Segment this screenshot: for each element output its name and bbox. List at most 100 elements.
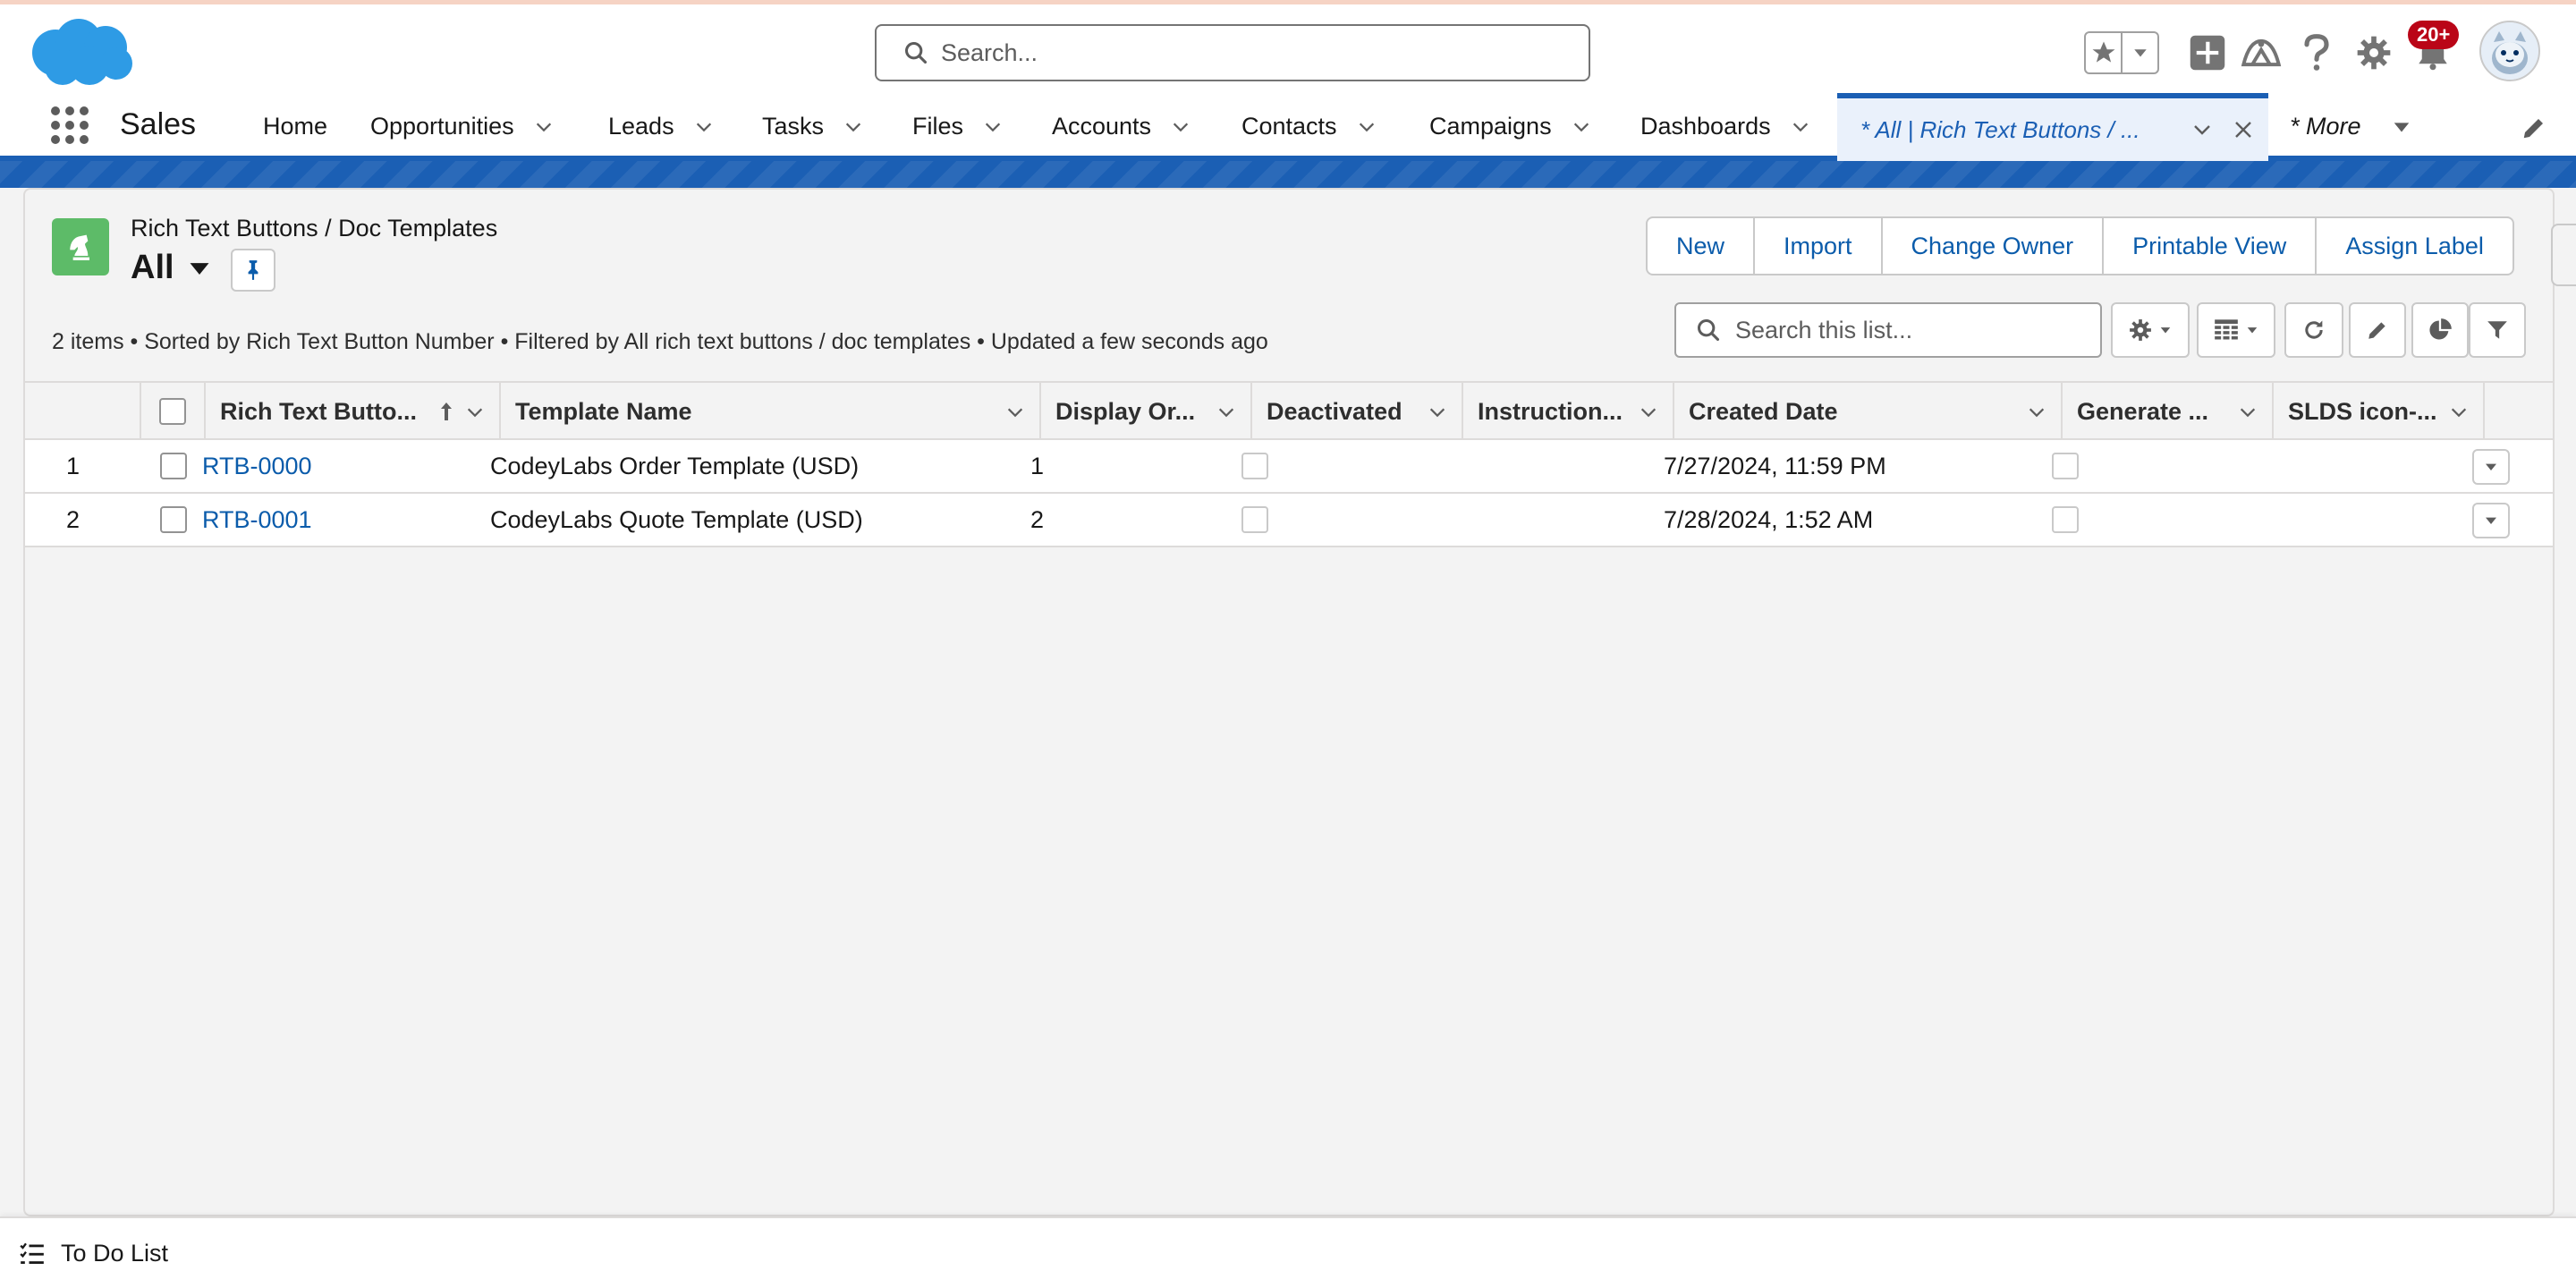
generate-checkbox <box>2052 453 2079 479</box>
nav-item-leads[interactable]: Leads <box>608 113 714 140</box>
task-list-icon <box>20 1242 44 1264</box>
column-header-instructions[interactable]: Instruction... <box>1463 383 1674 440</box>
chevron-down-icon[interactable] <box>983 117 1003 137</box>
inline-edit-button[interactable] <box>2349 302 2406 358</box>
column-header-label: Created Date <box>1689 397 1838 425</box>
setup-button[interactable] <box>2349 28 2399 78</box>
assign-label-button[interactable]: Assign Label <box>2315 218 2512 274</box>
new-button[interactable]: New <box>1648 218 1753 274</box>
display-as-button[interactable] <box>2197 302 2275 358</box>
chevron-down-icon[interactable] <box>1639 402 1658 422</box>
chevron-down-icon[interactable] <box>2191 119 2213 140</box>
deactivated-checkbox <box>1241 453 1268 479</box>
chevron-down-icon[interactable] <box>1216 402 1236 422</box>
column-header-label: Rich Text Butto... <box>220 397 417 425</box>
object-title: Rich Text Buttons / Doc Templates <box>131 215 498 242</box>
records-table: Rich Text Butto... Template Name Display… <box>25 381 2553 547</box>
favorites-dropdown-button[interactable] <box>2123 33 2157 72</box>
sort-arrow-up-icon <box>441 402 452 420</box>
chevron-down-icon[interactable] <box>465 402 485 422</box>
chevron-down-icon[interactable] <box>2027 402 2046 422</box>
list-actions-group: New Import Change Owner Printable View A… <box>1646 216 2514 275</box>
search-placeholder: Search... <box>941 38 1038 66</box>
template-name-cell: CodeyLabs Order Template (USD) <box>490 452 860 479</box>
charts-button[interactable] <box>2411 302 2469 358</box>
change-owner-button[interactable]: Change Owner <box>1880 218 2103 274</box>
chevron-down-icon[interactable] <box>1005 402 1025 422</box>
chevron-down-icon[interactable] <box>843 117 863 137</box>
row-number-header <box>25 383 141 440</box>
help-button[interactable] <box>2292 28 2342 78</box>
trailhead-button[interactable] <box>2236 28 2286 78</box>
chevron-down-icon[interactable] <box>1171 117 1191 137</box>
close-icon[interactable] <box>2233 119 2254 140</box>
favorites-star-button[interactable] <box>2086 33 2123 72</box>
column-header-created-date[interactable]: Created Date <box>1674 383 2063 440</box>
import-button[interactable]: Import <box>1753 218 1881 274</box>
list-search-input[interactable]: Search this list... <box>1674 302 2102 358</box>
list-search-placeholder: Search this list... <box>1735 316 1913 343</box>
tab-all-rich-text-buttons[interactable]: * All | Rich Text Buttons / ... <box>1837 93 2268 161</box>
list-settings-button[interactable] <box>2111 302 2190 358</box>
utility-bar: To Do List <box>0 1216 2576 1288</box>
nav-item-files[interactable]: Files <box>912 113 1003 140</box>
pin-list-view-button[interactable] <box>231 249 275 292</box>
nav-item-tasks[interactable]: Tasks <box>762 113 863 140</box>
table-icon <box>2215 319 2238 340</box>
side-panel-handle[interactable] <box>2551 224 2576 286</box>
chevron-down-icon[interactable] <box>2449 402 2469 422</box>
nav-more-label: * More <box>2290 113 2361 140</box>
row-actions-button[interactable] <box>2472 503 2510 538</box>
app-launcher-icon[interactable] <box>50 106 89 145</box>
chevron-down-icon[interactable] <box>534 117 554 137</box>
nav-item-contacts[interactable]: Contacts <box>1241 113 1377 140</box>
row-number: 1 <box>66 452 80 479</box>
edit-nav-items-icon[interactable] <box>2521 114 2547 141</box>
nav-more-menu[interactable]: * More <box>2290 113 2411 140</box>
salesforce-logo[interactable] <box>27 15 134 90</box>
row-checkbox[interactable] <box>160 453 187 479</box>
trailhead-icon <box>2241 38 2282 67</box>
chevron-down-icon[interactable] <box>1791 117 1810 137</box>
column-header-rich-text-button[interactable]: Rich Text Butto... <box>206 383 501 440</box>
filter-button[interactable] <box>2469 302 2526 358</box>
column-header-generate[interactable]: Generate ... <box>2063 383 2274 440</box>
todo-list-button[interactable]: To Do List <box>20 1240 168 1267</box>
chevron-down-icon[interactable] <box>1572 117 1591 137</box>
todo-list-label: To Do List <box>61 1240 169 1267</box>
refresh-button[interactable] <box>2284 302 2343 358</box>
column-header-template-name[interactable]: Template Name <box>501 383 1041 440</box>
row-checkbox[interactable] <box>160 506 187 533</box>
chevron-down-icon[interactable] <box>694 117 714 137</box>
column-header-label: Instruction... <box>1478 397 1623 425</box>
chevron-down-icon[interactable] <box>2238 402 2258 422</box>
nav-item-label: Tasks <box>762 113 825 140</box>
nav-item-opportunities[interactable]: Opportunities <box>370 113 554 140</box>
user-avatar-icon <box>2481 22 2538 80</box>
printable-view-button[interactable]: Printable View <box>2102 218 2315 274</box>
object-icon <box>52 218 109 275</box>
column-header-slds-icon[interactable]: SLDS icon-... <box>2274 383 2485 440</box>
caret-down-icon <box>2247 327 2258 334</box>
nav-item-label: Accounts <box>1052 113 1152 140</box>
column-header-display-order[interactable]: Display Or... <box>1041 383 1252 440</box>
nav-item-campaigns[interactable]: Campaigns <box>1429 113 1591 140</box>
chevron-down-icon[interactable] <box>1357 117 1377 137</box>
record-link[interactable]: RTB-0000 <box>202 440 312 492</box>
nav-item-dashboards[interactable]: Dashboards <box>1640 113 1810 140</box>
column-header-deactivated[interactable]: Deactivated <box>1252 383 1463 440</box>
nav-item-accounts[interactable]: Accounts <box>1052 113 1191 140</box>
chess-knight-icon <box>70 234 89 260</box>
global-actions-button[interactable] <box>2182 28 2233 78</box>
row-actions-button[interactable] <box>2472 449 2510 485</box>
help-icon <box>2304 34 2329 71</box>
caret-down-icon <box>2486 517 2496 524</box>
global-search-input[interactable]: Search... <box>875 24 1590 81</box>
chevron-down-icon[interactable] <box>1428 402 1447 422</box>
user-avatar[interactable] <box>2479 21 2540 81</box>
nav-item-home[interactable]: Home <box>263 113 327 140</box>
list-view-selector[interactable]: All <box>131 249 212 287</box>
record-link[interactable]: RTB-0001 <box>202 494 312 546</box>
select-all-checkbox[interactable] <box>159 398 186 425</box>
select-all-header <box>141 383 206 440</box>
